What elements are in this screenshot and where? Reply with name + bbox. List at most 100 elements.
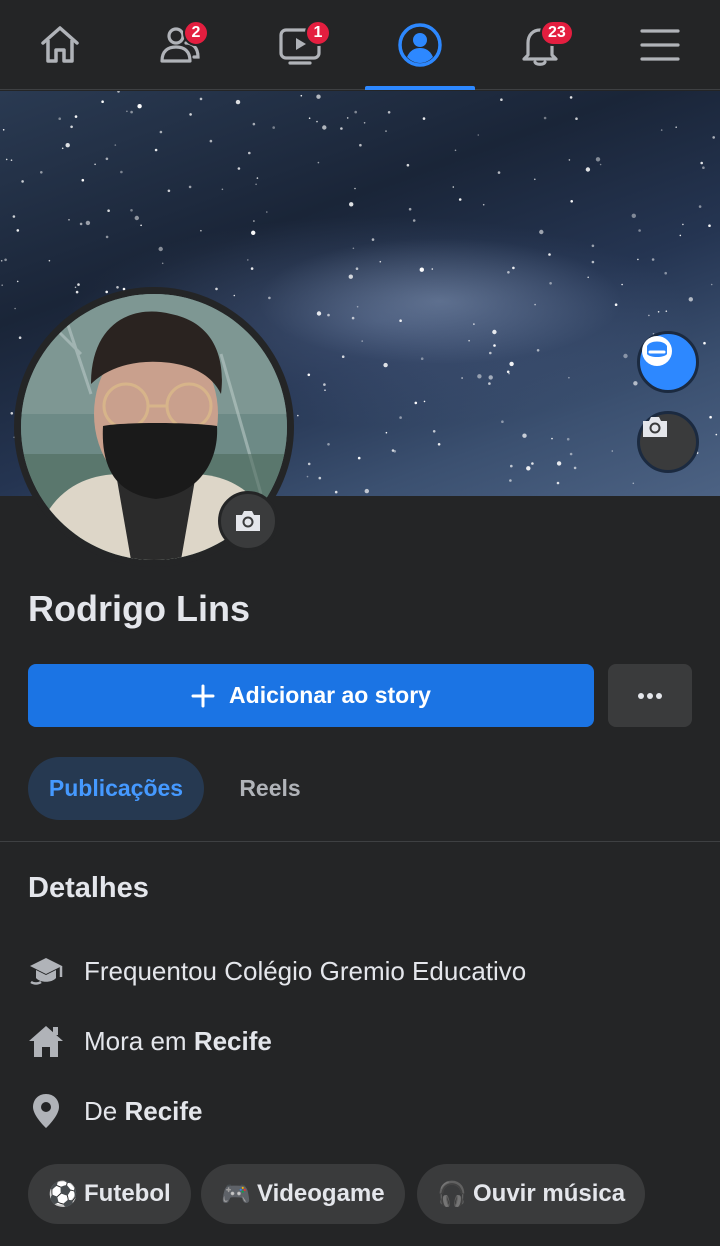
star	[568, 159, 571, 161]
star	[454, 149, 457, 152]
star	[79, 222, 83, 226]
graduation-cap-icon	[28, 953, 64, 989]
star	[40, 171, 43, 174]
star	[568, 376, 570, 379]
star	[167, 189, 171, 193]
tab-publicacoes[interactable]: Publicações	[28, 757, 204, 820]
star	[385, 130, 387, 132]
hobby-chip-ouvir-musica[interactable]: 🎧 Ouvir música	[417, 1164, 646, 1224]
star	[414, 401, 418, 405]
star	[488, 382, 491, 385]
star	[611, 450, 614, 452]
star	[215, 287, 218, 291]
star	[318, 476, 322, 480]
star	[682, 223, 684, 226]
edit-cover-button[interactable]	[637, 411, 699, 473]
nav-friends[interactable]: 2	[125, 0, 235, 90]
details-heading: Detalhes	[28, 872, 149, 904]
star	[316, 120, 318, 123]
star	[130, 209, 133, 212]
hobby-chip-futebol[interactable]: ⚽ Futebol	[28, 1164, 191, 1224]
star	[432, 430, 436, 433]
detail-education: Frequentou Colégio Gremio Educativo	[28, 951, 526, 991]
home-icon	[41, 26, 79, 63]
star	[272, 126, 276, 129]
star	[340, 127, 343, 130]
star	[708, 224, 711, 227]
star	[322, 125, 327, 130]
star	[423, 400, 426, 403]
star	[651, 258, 655, 261]
star	[237, 167, 241, 170]
star	[327, 313, 330, 317]
star	[16, 280, 19, 283]
star	[566, 437, 570, 441]
star	[137, 104, 142, 109]
star	[570, 200, 573, 203]
star	[473, 323, 475, 325]
star	[363, 122, 366, 124]
edit-profile-picture-button[interactable]	[218, 491, 278, 551]
star	[130, 110, 133, 114]
star	[74, 115, 78, 118]
star	[105, 290, 108, 294]
star	[247, 259, 249, 261]
add-to-story-button[interactable]: Adicionar ao story	[28, 664, 594, 727]
star	[399, 416, 402, 419]
star	[16, 229, 20, 232]
star	[599, 163, 602, 166]
lives-in-city[interactable]: Recife	[194, 1026, 272, 1056]
star	[116, 286, 119, 289]
star	[361, 340, 364, 342]
star	[346, 117, 349, 119]
star	[573, 466, 577, 470]
star	[399, 319, 402, 322]
star	[437, 443, 441, 446]
star	[74, 286, 77, 289]
star	[543, 116, 547, 120]
star	[10, 412, 14, 415]
nav-menu[interactable]	[605, 0, 715, 90]
friends-badge: 2	[183, 20, 209, 46]
star	[556, 461, 562, 466]
star	[2, 129, 5, 131]
ellipsis-icon	[638, 692, 662, 699]
nav-profile[interactable]	[365, 0, 475, 90]
star	[188, 185, 192, 189]
star	[614, 303, 618, 306]
star	[235, 99, 241, 105]
nav-watch[interactable]: 1	[245, 0, 355, 90]
star	[500, 98, 503, 101]
star	[252, 230, 255, 233]
star	[352, 247, 355, 250]
star	[364, 488, 369, 494]
star	[199, 97, 203, 101]
star	[154, 148, 158, 152]
star	[379, 260, 382, 263]
star	[308, 117, 311, 119]
avatar-button[interactable]	[637, 331, 699, 393]
star	[482, 203, 485, 206]
nav-home[interactable]	[5, 0, 115, 90]
star	[12, 215, 16, 218]
star	[549, 282, 552, 285]
nav-notifications[interactable]: 23	[485, 0, 595, 90]
hobby-chip-videogame[interactable]: 🎮 Videogame	[201, 1164, 405, 1224]
star	[334, 490, 338, 494]
star	[698, 205, 702, 208]
star	[253, 220, 255, 222]
star	[477, 374, 482, 379]
star	[134, 215, 139, 221]
from-city[interactable]: Recife	[124, 1096, 202, 1126]
headphones-icon: 🎧	[437, 1180, 467, 1208]
star	[492, 329, 497, 335]
star	[623, 353, 628, 359]
tab-reels[interactable]: Reels	[218, 757, 322, 820]
plus-icon	[191, 684, 215, 707]
section-divider	[0, 841, 720, 842]
star	[126, 110, 128, 113]
more-options-button[interactable]	[608, 664, 692, 727]
star	[354, 110, 358, 114]
star	[488, 375, 493, 380]
star	[595, 157, 601, 162]
